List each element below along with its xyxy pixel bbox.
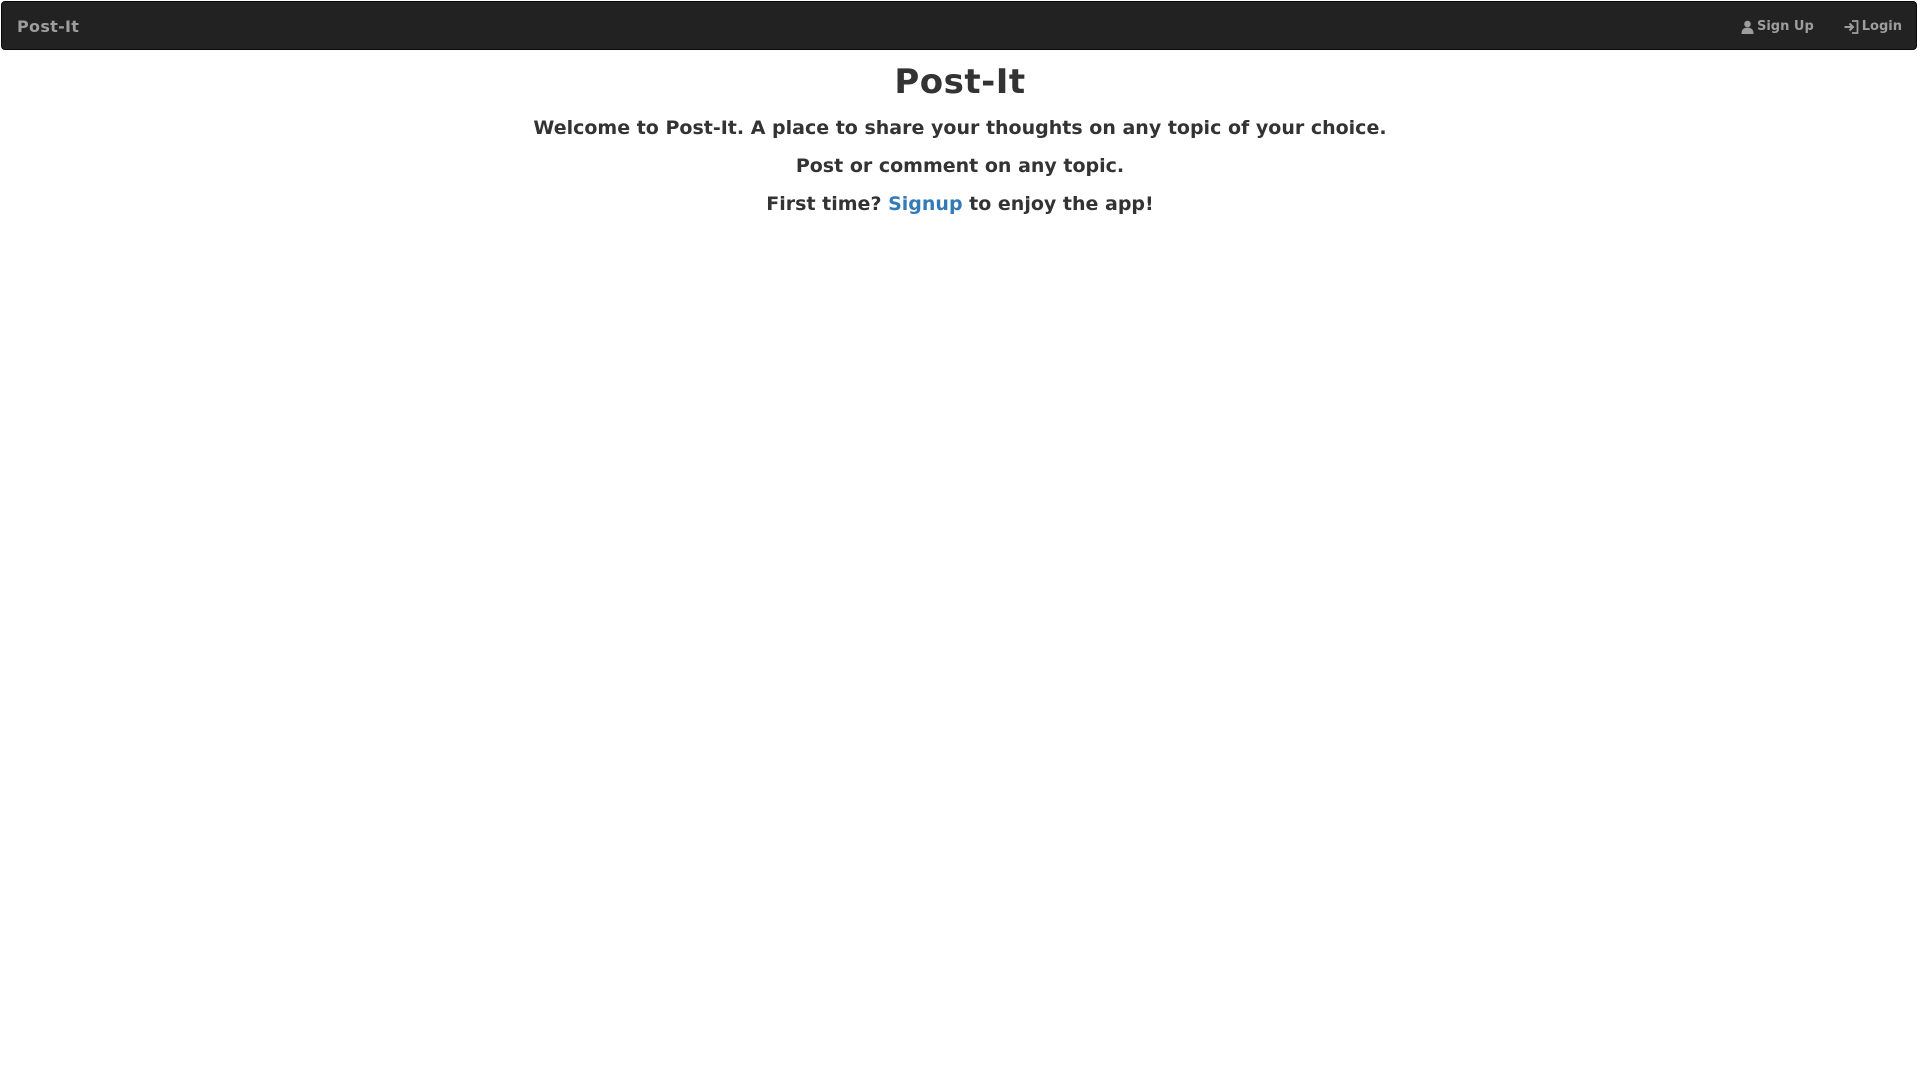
signup-link[interactable]: Signup — [888, 193, 962, 215]
page-title: Post-It — [894, 62, 1026, 102]
login-nav-label: Login — [1861, 19, 1902, 34]
login-nav-link[interactable]: Login — [1844, 19, 1902, 34]
navbar: Post-It Sign Up Login — [1, 1, 1917, 50]
brand-link[interactable]: Post-It — [17, 2, 79, 51]
login-icon — [1844, 19, 1859, 34]
first-time-suffix: to enjoy the app! — [969, 193, 1154, 216]
first-time-text: First time? Signup to enjoy the app! — [0, 185, 1920, 223]
signup-nav-link[interactable]: Sign Up — [1741, 19, 1814, 34]
user-icon — [1741, 20, 1754, 34]
nav-right: Sign Up Login — [1741, 2, 1902, 51]
main-content: Post-It Welcome to Post-It. A place to s… — [0, 62, 1920, 223]
first-time-prefix: First time? — [766, 193, 882, 216]
signup-nav-label: Sign Up — [1756, 19, 1814, 34]
welcome-text: Welcome to Post-It. A place to share you… — [533, 117, 1387, 140]
post-text: Post or comment on any topic. — [795, 155, 1125, 178]
